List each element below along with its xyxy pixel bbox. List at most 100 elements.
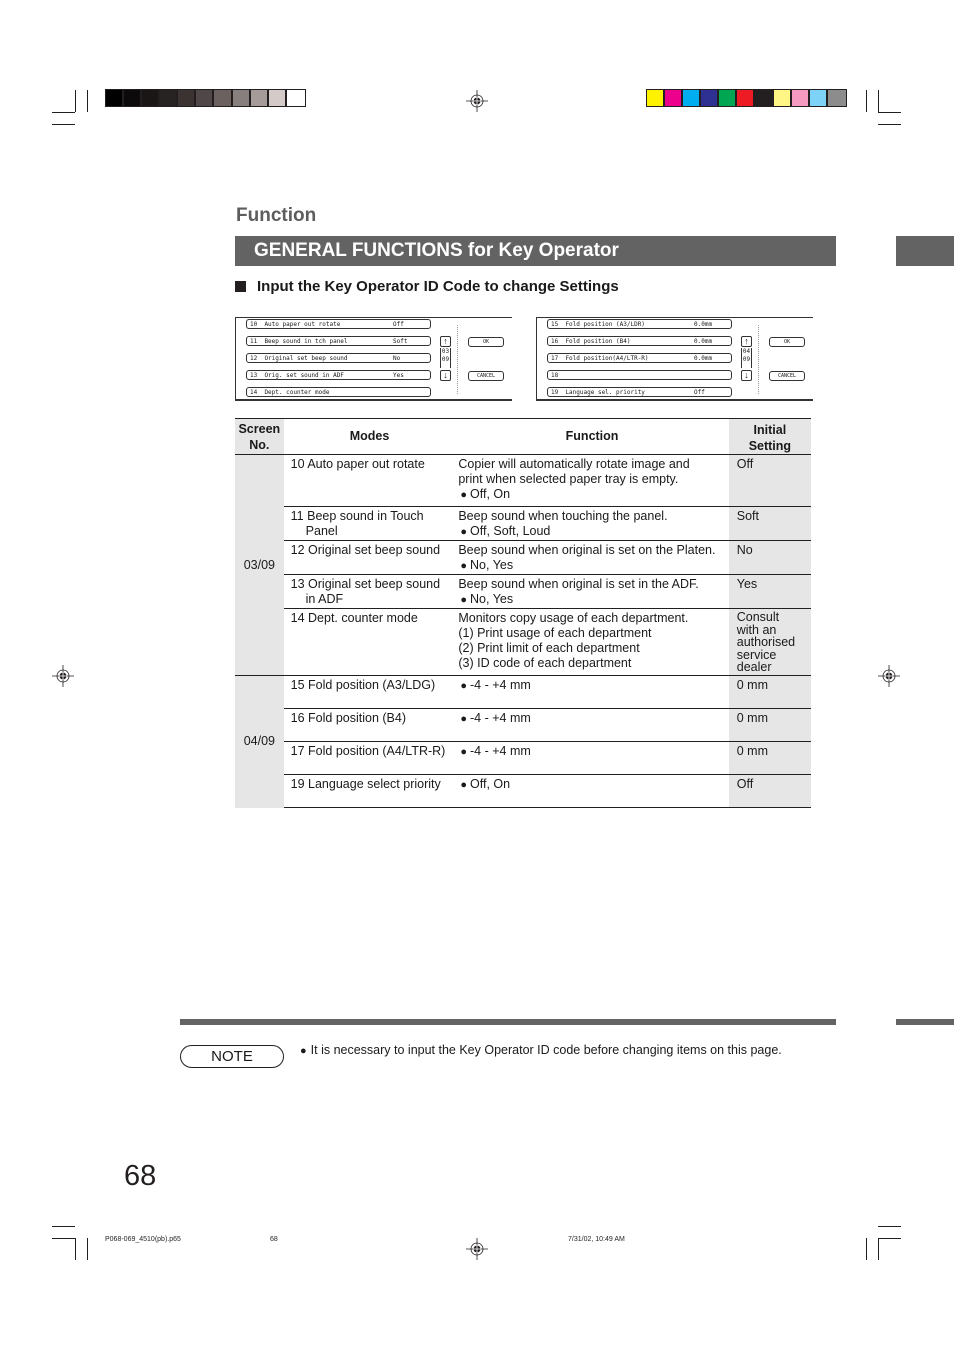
page-title: GENERAL FUNCTIONS for Key Operator — [254, 240, 619, 261]
crop-mark — [52, 124, 75, 125]
initial-setting-cell: 0 mm — [728, 741, 811, 775]
bottom-chapter-tab — [896, 1019, 954, 1025]
lcd-setting-field[interactable]: 10 Auto paper out rotate Off — [246, 319, 431, 329]
page-indicator: 03 09 — [440, 348, 451, 368]
initial-setting-line: 0 mm — [736, 678, 768, 692]
crop-mark — [878, 124, 901, 125]
scroll-down-button[interactable]: ↓ — [741, 370, 752, 381]
gray-swatch — [286, 90, 305, 106]
table-row: 19 Language select priority Off, On Off — [235, 774, 811, 808]
lcd-setting-field[interactable]: 14 Dept. counter mode — [246, 387, 431, 397]
function-cell: Beep sound when original is set on the P… — [455, 540, 729, 575]
cancel-button[interactable]: CANCEL — [769, 371, 805, 381]
gray-swatch — [268, 90, 287, 106]
crop-mark — [87, 1238, 88, 1260]
lcd-setting-field[interactable]: 15 Fold position (A3/LDR) 0.0mm — [547, 319, 732, 329]
function-line: Copier will automatically rotate image a… — [458, 457, 690, 471]
crop-mark — [75, 1238, 76, 1260]
scroll-up-button[interactable]: ↑ — [440, 336, 451, 347]
initial-setting-line: Yes — [736, 577, 758, 591]
mode-cell: 19 Language select priority — [283, 774, 456, 808]
function-line: (3) ID code of each department — [458, 656, 632, 670]
table-row: 17 Fold position (A4/LTR-R) -4 - +4 mm 0 m… — [235, 741, 811, 775]
lcd-field-label: 14 Dept. counter mode — [250, 389, 330, 396]
function-cell: -4 - +4 mm — [455, 708, 729, 742]
header-initial-setting: Initial Setting — [728, 418, 811, 455]
mode-line: 10 Auto paper out rotate — [290, 457, 425, 471]
initial-setting-line: dealer — [736, 660, 772, 674]
mode-line: in ADF — [305, 592, 344, 606]
registration-mark-icon — [52, 665, 74, 687]
registration-mark-icon — [466, 1238, 488, 1260]
initial-setting-line: 0 mm — [736, 711, 768, 725]
lcd-setting-field[interactable]: 11 Beep sound in tch panel Soft — [246, 336, 431, 346]
registration-mark-icon — [466, 90, 488, 112]
lcd-field-label: 16 Fold position (B4) — [551, 338, 631, 345]
lcd-field-label: 11 Beep sound in tch panel — [250, 338, 348, 345]
crop-mark — [52, 1226, 75, 1227]
subheading: Input the Key Operator ID Code to change… — [235, 278, 619, 295]
footer-timestamp: 7/31/02, 10:49 AM — [568, 1236, 625, 1243]
cancel-button[interactable]: CANCEL — [468, 371, 504, 381]
ok-button[interactable]: OK — [769, 337, 805, 347]
initial-setting-line: Soft — [736, 509, 759, 523]
lcd-setting-field[interactable]: 16 Fold position (B4) 0.0mm — [547, 336, 732, 346]
dotted-divider — [457, 325, 458, 395]
lcd-border — [537, 317, 813, 318]
initial-setting-line: Consult — [736, 610, 780, 624]
initial-setting-cell: Off — [728, 454, 811, 507]
gray-swatch — [250, 90, 269, 106]
note-label: NOTE — [180, 1045, 284, 1068]
table-row: 03/09 10 Auto paper out rotate Copier will… — [235, 454, 811, 676]
options-line: No, Yes — [458, 592, 728, 608]
settings-table: Screen No. Modes Function Initial Setting … — [235, 418, 811, 808]
header-screen-line: No. — [249, 437, 270, 452]
options-line: No, Yes — [458, 558, 728, 574]
lcd-setting-field[interactable]: 13 Orig. set sound in ADF Yes — [246, 370, 431, 380]
screen-number-cell: 03/09 — [235, 454, 284, 676]
crop-mark — [878, 90, 879, 112]
gray-swatch — [214, 90, 233, 106]
header-screen-line: Screen — [238, 421, 281, 436]
gray-swatch — [196, 90, 215, 106]
lcd-screen-04: 15 Fold position (A3/LDR) 0.0mm 16 Fold po… — [536, 317, 813, 401]
dotted-divider — [758, 325, 759, 395]
function-line: Monitors copy usage of each department. — [458, 611, 689, 625]
color-swatch — [665, 90, 684, 106]
page-total: 09 — [441, 356, 450, 363]
initial-setting-cell: 0 mm — [728, 708, 811, 742]
lcd-field-label: 12 Original set beep sound — [250, 355, 348, 362]
gray-swatch — [124, 90, 143, 106]
initial-setting-cell: Consult with an authorised service dealer — [728, 608, 811, 676]
initial-setting-cell: 0 mm — [728, 675, 811, 709]
lcd-field-value: Off — [393, 321, 404, 328]
mode-line: Panel — [305, 524, 338, 538]
lcd-border — [236, 317, 512, 318]
gray-swatch — [142, 90, 161, 106]
lcd-setting-field[interactable]: 12 Original set beep sound No — [246, 353, 431, 363]
scroll-down-button[interactable]: ↓ — [440, 370, 451, 381]
ok-button[interactable]: OK — [468, 337, 504, 347]
lcd-field-value: No — [393, 355, 401, 362]
footer-file: P068-069_4510(pb).p65 — [105, 1236, 181, 1243]
bottom-rule — [180, 1019, 836, 1025]
header-initial-line: Initial — [753, 422, 787, 437]
function-cell: -4 - +4 mm — [455, 741, 729, 775]
page-title-band: GENERAL FUNCTIONS for Key Operator — [235, 236, 836, 266]
table-header-row: Screen No. Modes Function Initial Setting — [235, 418, 811, 455]
color-calibration-bar — [646, 89, 847, 107]
lcd-setting-field[interactable]: 18 — [547, 370, 732, 380]
lcd-field-value: Yes — [393, 372, 404, 379]
function-line: Beep sound when touching the panel. — [458, 509, 668, 523]
color-swatch — [827, 90, 846, 106]
gray-swatch — [232, 90, 251, 106]
scroll-up-button[interactable]: ↑ — [741, 336, 752, 347]
lcd-setting-field[interactable]: 17 Fold position(A4/LTR-R) 0.0mm — [547, 353, 732, 363]
color-swatch — [809, 90, 828, 106]
mode-line: 19 Language select priority — [290, 777, 441, 791]
color-swatch — [737, 90, 756, 106]
mode-cell: 11 Beep sound in Touch Panel — [283, 506, 456, 541]
lcd-setting-field[interactable]: 19 Language sel. priority Off — [547, 387, 732, 397]
table-row: 13 Original set beep sound in ADF Beep sou… — [235, 574, 811, 609]
initial-setting-line: authorised — [736, 635, 796, 649]
